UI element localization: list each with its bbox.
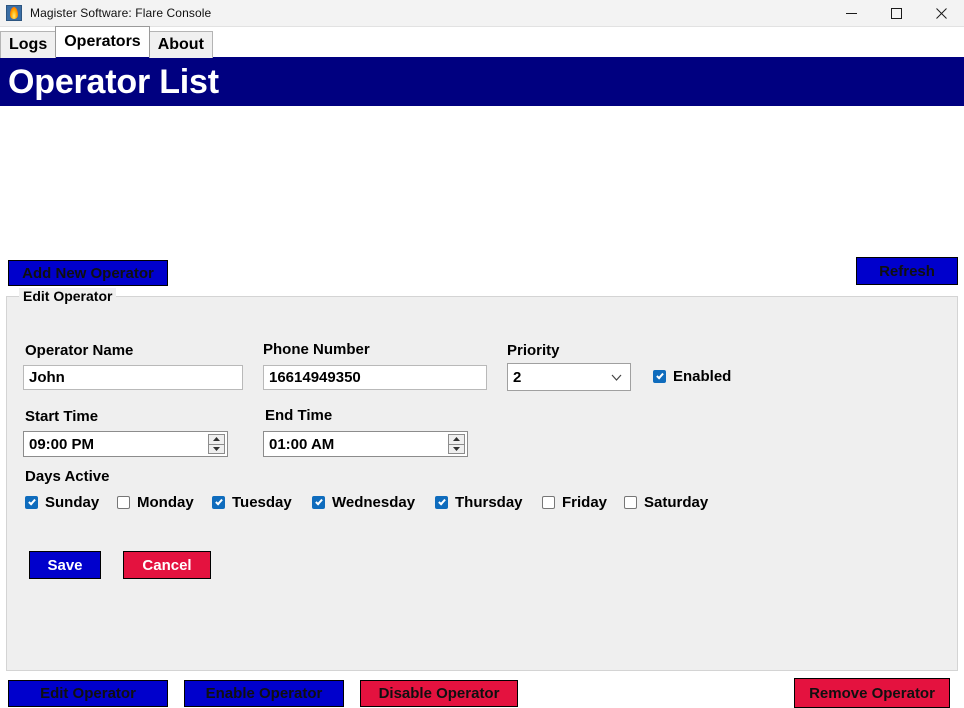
- start-time-label: Start Time: [25, 408, 99, 425]
- day-checkbox-sunday[interactable]: Sunday: [25, 494, 99, 511]
- add-new-operator-button[interactable]: Add New Operator: [8, 260, 168, 286]
- priority-select[interactable]: 2: [507, 363, 631, 391]
- priority-label: Priority: [507, 342, 560, 359]
- operator-name-input[interactable]: [23, 365, 243, 390]
- disable-operator-button[interactable]: Disable Operator: [360, 680, 518, 707]
- end-time-value: 01:00 AM: [269, 435, 335, 453]
- day-label-thursday: Thursday: [455, 494, 523, 511]
- close-icon[interactable]: [919, 0, 964, 26]
- day-checkbox-box-thursday: [435, 496, 448, 509]
- enabled-checkbox[interactable]: Enabled: [653, 368, 731, 385]
- end-time-stepper[interactable]: [448, 434, 465, 454]
- day-checkbox-tuesday[interactable]: Tuesday: [212, 494, 292, 511]
- cancel-button[interactable]: Cancel: [123, 551, 211, 579]
- remove-operator-button[interactable]: Remove Operator: [794, 678, 950, 708]
- page-header: Operator List: [0, 57, 964, 106]
- maximize-icon[interactable]: [874, 0, 919, 26]
- days-active-label: Days Active: [25, 468, 110, 485]
- edit-operator-groupbox: Edit Operator Operator Name Phone Number…: [6, 288, 958, 671]
- title-bar: Magister Software: Flare Console: [0, 0, 964, 27]
- day-checkbox-box-monday: [117, 496, 130, 509]
- groupbox-legend: Edit Operator: [19, 288, 117, 304]
- refresh-button[interactable]: Refresh: [856, 257, 958, 285]
- tab-operators[interactable]: Operators: [55, 26, 150, 57]
- day-label-sunday: Sunday: [45, 494, 100, 511]
- start-time-decrement-icon[interactable]: [208, 443, 225, 454]
- enabled-checkbox-box: [653, 370, 666, 383]
- enabled-checkbox-label: Enabled: [673, 368, 732, 385]
- start-time-value: 09:00 PM: [29, 435, 95, 453]
- day-checkbox-friday[interactable]: Friday: [542, 494, 607, 511]
- end-time-spinner[interactable]: 01:00 AM: [263, 431, 468, 457]
- tab-logs[interactable]: Logs: [0, 31, 57, 58]
- operator-name-label: Operator Name: [25, 342, 134, 359]
- minimize-icon[interactable]: [829, 0, 874, 26]
- window-controls: [829, 0, 964, 26]
- page-title: Operator List: [8, 62, 219, 101]
- day-label-tuesday: Tuesday: [232, 494, 292, 511]
- tab-about[interactable]: About: [148, 31, 213, 58]
- day-checkbox-box-wednesday: [312, 496, 325, 509]
- day-checkbox-saturday[interactable]: Saturday: [624, 494, 708, 511]
- save-button[interactable]: Save: [29, 551, 101, 579]
- phone-number-input[interactable]: [263, 365, 487, 390]
- start-time-spinner[interactable]: 09:00 PM: [23, 431, 228, 457]
- start-time-stepper[interactable]: [208, 434, 225, 454]
- start-time-increment-icon[interactable]: [208, 434, 225, 444]
- day-checkbox-wednesday[interactable]: Wednesday: [312, 494, 415, 511]
- window-title: Magister Software: Flare Console: [30, 6, 212, 20]
- day-checkbox-monday[interactable]: Monday: [117, 494, 194, 511]
- day-checkbox-box-tuesday: [212, 496, 225, 509]
- day-checkbox-box-saturday: [624, 496, 637, 509]
- enable-operator-button[interactable]: Enable Operator: [184, 680, 344, 707]
- end-time-decrement-icon[interactable]: [448, 443, 465, 454]
- flame-icon: [6, 5, 22, 21]
- day-label-wednesday: Wednesday: [332, 494, 416, 511]
- day-checkbox-thursday[interactable]: Thursday: [435, 494, 523, 511]
- day-label-monday: Monday: [137, 494, 194, 511]
- priority-selected-value: 2: [513, 368, 522, 386]
- end-time-increment-icon[interactable]: [448, 434, 465, 444]
- phone-number-label: Phone Number: [263, 341, 370, 358]
- day-label-saturday: Saturday: [644, 494, 709, 511]
- tab-strip: Logs Operators About: [0, 26, 964, 58]
- edit-operator-button[interactable]: Edit Operator: [8, 680, 168, 707]
- content-area: Add New Operator Refresh Edit Operator O…: [0, 106, 964, 708]
- end-time-label: End Time: [265, 407, 333, 424]
- day-checkbox-box-friday: [542, 496, 555, 509]
- day-label-friday: Friday: [562, 494, 608, 511]
- chevron-down-icon: [611, 369, 622, 386]
- day-checkbox-box-sunday: [25, 496, 38, 509]
